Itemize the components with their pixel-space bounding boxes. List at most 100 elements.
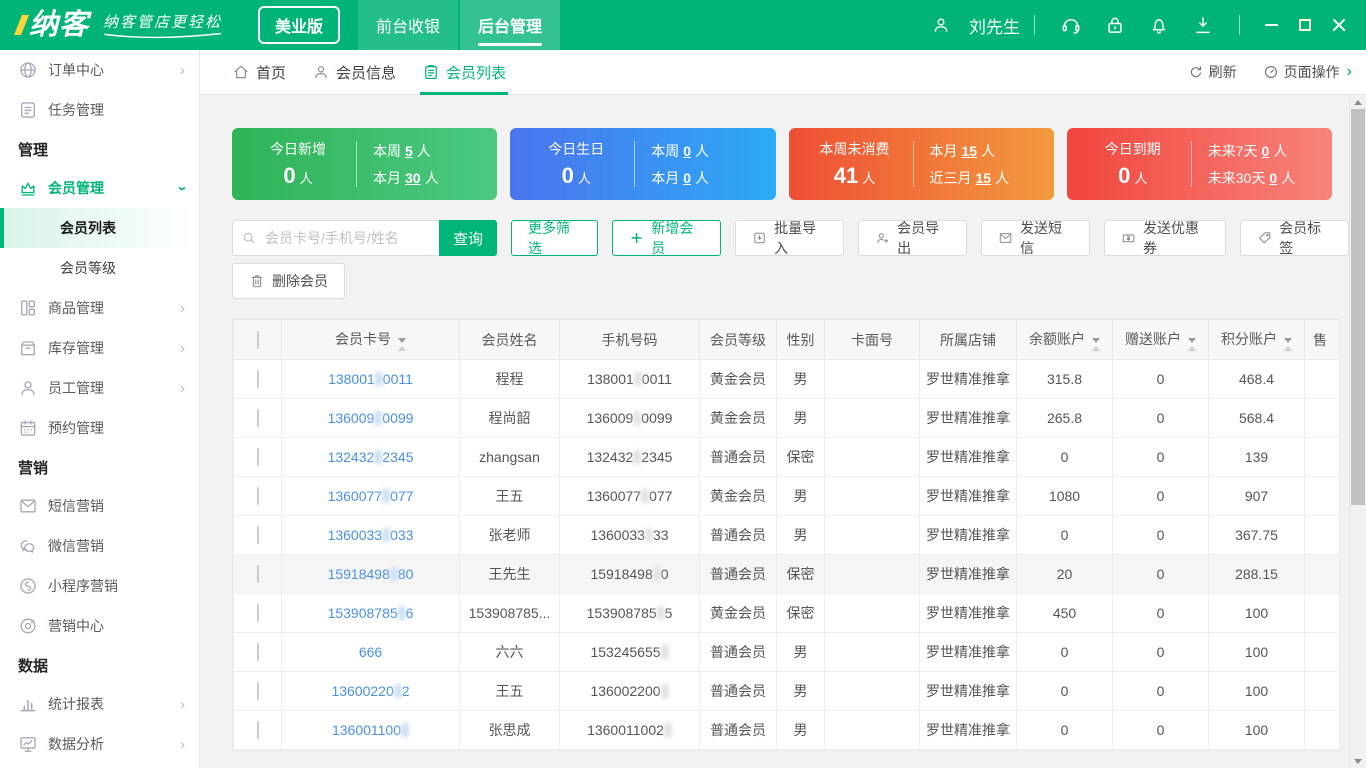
- col-header-points[interactable]: 积分账户: [1208, 319, 1305, 360]
- tab-home[interactable]: 首页: [232, 50, 286, 95]
- stat-card-no-consume-week[interactable]: 本周未消费 41 人本月 15 人近三月 15 人: [788, 128, 1054, 200]
- row-checkbox[interactable]: [256, 682, 259, 700]
- vertical-scrollbar[interactable]: [1349, 95, 1366, 768]
- sidebar-item-wechat-marketing[interactable]: 微信营销: [0, 526, 199, 566]
- row-checkbox[interactable]: [256, 370, 259, 388]
- stat-row-value[interactable]: 15: [962, 143, 978, 159]
- user-menu[interactable]: 刘先生: [920, 13, 1020, 38]
- member-card-link[interactable]: 15918498 80: [328, 566, 414, 582]
- table-row[interactable]: 15918498 80 王先生 15918498 0 普通会员 保密 罗世精准推拿 20 0 288…: [233, 554, 1339, 594]
- select-all-checkbox[interactable]: [256, 330, 259, 349]
- member-tags-button[interactable]: 会员标签: [1240, 220, 1349, 256]
- page-ops-button[interactable]: 页面操作 ›: [1263, 62, 1352, 82]
- maximize-button[interactable]: [1288, 10, 1322, 40]
- export-members-button[interactable]: 会员导出: [858, 220, 967, 256]
- row-checkbox[interactable]: [256, 448, 259, 466]
- scroll-up-arrow[interactable]: [1350, 95, 1366, 109]
- sidebar-item-member-management[interactable]: 会员管理 ›: [0, 168, 199, 208]
- sidebar-item-data-analysis[interactable]: 数据分析 ›: [0, 724, 199, 764]
- table-row[interactable]: 132432 2345 zhangsan 132432 2345 普通会员 保密 罗世精准推拿…: [233, 437, 1339, 477]
- stat-row-value[interactable]: 15: [976, 170, 992, 186]
- refresh-button[interactable]: 刷新: [1188, 62, 1237, 82]
- sidebar-item-reservation-management[interactable]: 预约管理: [0, 408, 199, 448]
- col-header-gift[interactable]: 赠送账户: [1112, 319, 1209, 360]
- sort-icon[interactable]: [398, 337, 406, 351]
- search-button[interactable]: 查询: [439, 220, 497, 256]
- sidebar-item-stats-report[interactable]: 统计报表 ›: [0, 684, 199, 724]
- stat-card-new-today[interactable]: 今日新增 0 人本周 5 人本月 30 人: [232, 128, 498, 200]
- stat-row-value[interactable]: 5: [405, 143, 413, 159]
- minimize-button[interactable]: [1254, 10, 1288, 40]
- batch-import-button[interactable]: 批量导入: [735, 220, 844, 256]
- table-row[interactable]: 1360077 077 王五 1360077 077 黄金会员男 罗世精准推拿 1080 0 90…: [233, 476, 1339, 516]
- table-row[interactable]: 1360033 033 张老师 1360033 33 普通会员男罗世精准推拿 0 0 367.7…: [233, 515, 1339, 555]
- member-card-link[interactable]: 138001 0011: [328, 371, 413, 387]
- row-checkbox[interactable]: [256, 604, 259, 622]
- search-input[interactable]: [263, 229, 423, 247]
- lock-icon[interactable]: [1104, 14, 1126, 36]
- sidebar-item-miniapp-marketing[interactable]: 小程序营销: [0, 566, 199, 606]
- sidebar-item-order-center[interactable]: 订单中心 ›: [0, 50, 199, 90]
- table-row[interactable]: 136001100 张思成 1360011002 普通会员男罗世精准推拿 0 0 100: [233, 710, 1339, 750]
- sidebar-item-task-management[interactable]: 任务管理: [0, 90, 199, 130]
- tab-member-list[interactable]: 会员列表: [420, 50, 509, 95]
- sort-icon[interactable]: [1284, 337, 1292, 351]
- sidebar-item-inventory-management[interactable]: 库存管理 ›: [0, 328, 199, 368]
- stat-card-expire-today[interactable]: 今日到期 0 人未来7天 0 人未来30天 0 人: [1066, 128, 1332, 200]
- scroll-down-arrow[interactable]: [1350, 754, 1366, 768]
- member-card-link[interactable]: 136001100: [332, 722, 410, 738]
- sidebar-item-product-management[interactable]: 商品管理 ›: [0, 288, 199, 328]
- row-checkbox[interactable]: [256, 565, 259, 583]
- sidebar-item-member-list[interactable]: 会员列表: [0, 208, 199, 248]
- sort-icon[interactable]: [1188, 337, 1196, 351]
- stat-card-birthday-today[interactable]: 今日生日 0 人本周 0 人本月 0 人: [510, 128, 776, 200]
- table-row[interactable]: 13600220 2 王五 136002200 普通会员男罗世精准推拿 0 0 100: [233, 671, 1339, 711]
- row-checkbox[interactable]: [256, 487, 259, 505]
- table-row[interactable]: 666 六六 153245655 普通会员男罗世精准推拿 0 0 100: [233, 632, 1339, 672]
- sort-icon[interactable]: [1092, 337, 1100, 351]
- sidebar-item-marketing-center[interactable]: 营销中心: [0, 606, 199, 646]
- cell-balance: 1080: [1016, 476, 1113, 516]
- phone-number: 153908785 5: [586, 605, 673, 621]
- cell-sale: [1304, 437, 1339, 477]
- member-card-link[interactable]: 1360077 077: [328, 488, 414, 504]
- member-card-link[interactable]: 136009 0099: [328, 410, 414, 426]
- stat-row-value[interactable]: 0: [1262, 143, 1270, 159]
- row-checkbox[interactable]: [256, 526, 259, 544]
- member-card-link[interactable]: 132432 2345: [328, 449, 414, 465]
- sidebar-item-staff-management[interactable]: 员工管理 ›: [0, 368, 199, 408]
- stat-row-value[interactable]: 0: [1269, 170, 1277, 186]
- member-card-link[interactable]: 1360033 033: [328, 527, 414, 543]
- stat-row-value[interactable]: 30: [405, 170, 421, 186]
- table-row[interactable]: 153908785 6 153908785... 153908785 5 黄金会员 保密 罗世…: [233, 593, 1339, 633]
- add-member-button[interactable]: 新增会员: [612, 220, 722, 256]
- stat-row-value[interactable]: 0: [683, 170, 691, 186]
- topnav-tab-back-admin[interactable]: 后台管理: [460, 0, 561, 50]
- table-row[interactable]: 138001 0011 程程 138001 0011 黄金会员男 罗世精准推拿 315.8 0 4…: [233, 359, 1339, 399]
- send-coupon-button[interactable]: 发送优惠券: [1103, 220, 1227, 256]
- topnav-tab-front-cashier[interactable]: 前台收银: [358, 0, 459, 50]
- row-checkbox[interactable]: [256, 643, 259, 661]
- member-card-link[interactable]: 153908785 6: [328, 605, 414, 621]
- more-filters-button[interactable]: 更多筛选: [511, 220, 599, 256]
- headset-icon[interactable]: [1060, 14, 1082, 36]
- tab-member-info[interactable]: 会员信息: [312, 50, 396, 95]
- table-row[interactable]: 136009 0099 程尚韶 136009 0099 黄金会员男 罗世精准推拿 265.8 0…: [233, 398, 1339, 438]
- bell-icon[interactable]: [1148, 14, 1170, 36]
- download-icon[interactable]: [1192, 14, 1214, 36]
- member-card-link[interactable]: 13600220 2: [331, 683, 409, 699]
- sidebar-item-member-level[interactable]: 会员等级: [0, 248, 199, 288]
- close-button[interactable]: [1322, 10, 1356, 40]
- member-card-link[interactable]: 666: [359, 644, 382, 660]
- send-sms-button[interactable]: 发送短信: [980, 220, 1090, 256]
- stat-row-value[interactable]: 0: [683, 143, 691, 159]
- col-header-balance[interactable]: 余额账户: [1016, 319, 1113, 360]
- phone-number: 136009 0099: [586, 410, 673, 426]
- edition-badge[interactable]: 美业版: [258, 6, 341, 44]
- sidebar-item-sms-marketing[interactable]: 短信营销: [0, 486, 199, 526]
- delete-members-button[interactable]: 删除会员: [232, 263, 345, 299]
- scrollbar-thumb[interactable]: [1351, 109, 1365, 505]
- col-header-card-no[interactable]: 会员卡号: [281, 319, 460, 360]
- row-checkbox[interactable]: [256, 721, 259, 739]
- row-checkbox[interactable]: [256, 409, 259, 427]
